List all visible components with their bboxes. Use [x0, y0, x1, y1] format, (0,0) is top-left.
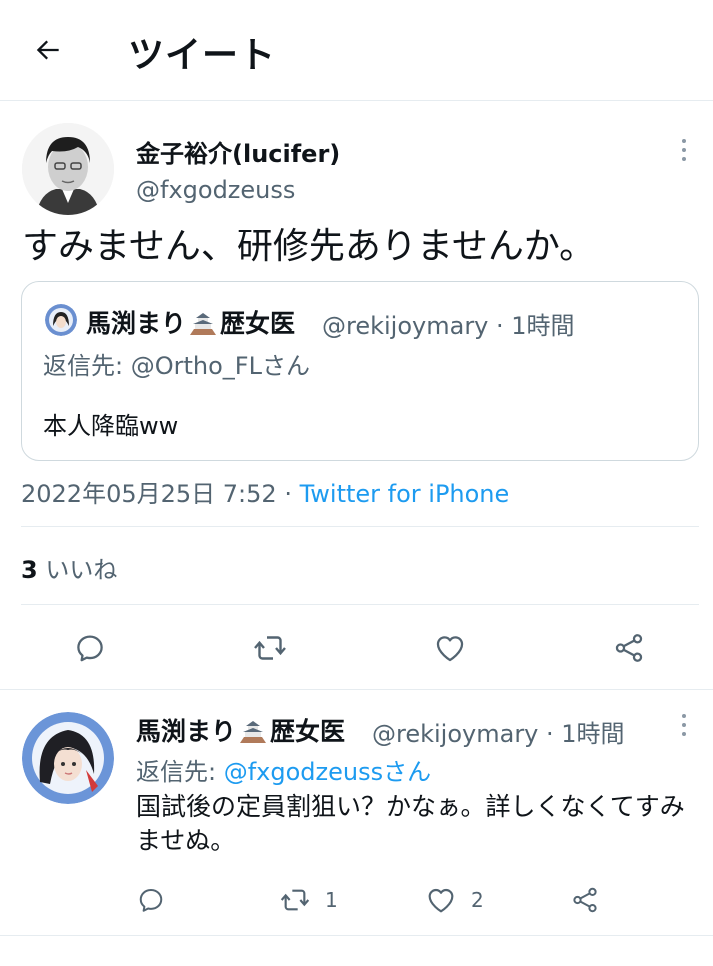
avatar[interactable]	[22, 123, 114, 215]
share-icon	[615, 634, 643, 662]
author-name[interactable]: 金子裕介(lucifer)	[136, 134, 340, 169]
share-button[interactable]	[605, 624, 653, 672]
quoted-time: · 1時間	[488, 312, 575, 340]
reply-icon	[77, 635, 103, 662]
back-button[interactable]	[28, 30, 68, 70]
like-count: 2	[471, 888, 484, 912]
quoted-avatar-image	[45, 304, 77, 336]
quoted-author-name: 馬渕まり 歴女医	[86, 304, 295, 340]
arrow-left-icon	[36, 40, 59, 60]
retweet-icon	[254, 636, 286, 660]
divider	[0, 689, 713, 690]
avatar[interactable]	[22, 712, 114, 804]
reply-button[interactable]	[66, 624, 114, 672]
reply-reply-button[interactable]	[136, 880, 166, 920]
retweet-button[interactable]	[246, 624, 294, 672]
reply-author-name-b: 歴女医	[270, 717, 346, 746]
quoted-author-handle: @rekijoymary · 1時間	[322, 306, 575, 341]
via-link[interactable]: Twitter for iPhone	[300, 480, 510, 508]
reply-time: · 1時間	[538, 720, 625, 748]
reply-icon	[139, 889, 163, 912]
reply-author-handle[interactable]: @rekijoymary · 1時間	[372, 714, 625, 749]
retweet-count: 1	[325, 888, 338, 912]
more-icon[interactable]	[674, 135, 694, 165]
quoted-author-name-b: 歴女医	[220, 309, 296, 338]
reply-author-name[interactable]: 馬渕まり 歴女医	[136, 712, 345, 748]
likes-label: いいね	[37, 556, 118, 584]
header-divider	[0, 100, 713, 101]
quoted-tweet-text: 本人降臨ww	[43, 412, 179, 440]
share-icon	[573, 887, 597, 913]
author-handle[interactable]: @fxgodzeuss	[136, 176, 295, 204]
page-title: ツイート	[128, 35, 277, 76]
castle-emoji-icon	[190, 313, 217, 335]
timestamp-text: 2022年05月25日 7:52	[21, 480, 277, 508]
like-icon	[428, 888, 454, 913]
likes-summary[interactable]: 3 いいね	[21, 550, 117, 585]
like-icon	[436, 636, 464, 662]
author-avatar-image	[22, 123, 114, 215]
tweet-timestamp: 2022年05月25日 7:52 · Twitter for iPhone	[21, 474, 509, 509]
quoted-author-name-a: 馬渕まり	[86, 309, 187, 338]
more-icon[interactable]	[674, 710, 694, 740]
reply-to-link[interactable]: @fxgodzeussさん	[224, 758, 431, 786]
castle-emoji-icon	[240, 721, 267, 743]
quoted-reply-to: 返信先: @Ortho_FLさん	[43, 352, 310, 380]
divider	[21, 526, 699, 527]
reply-prefix: 返信先:	[136, 758, 224, 786]
divider	[0, 935, 713, 936]
reply-handle-text: @rekijoymary	[372, 720, 539, 748]
retweet-icon	[280, 889, 310, 911]
quoted-tweet-card[interactable]: 馬渕まり 歴女医 @rekijoymary · 1時間 返信先: @Ortho_F…	[21, 281, 699, 461]
tweet-text: すみません、研修先ありませんか。	[22, 226, 596, 267]
reply-to: 返信先: @fxgodzeussさん	[136, 752, 431, 787]
divider	[21, 604, 699, 605]
reply-text: 国試後の定員割狙い？かなぁ。詳しくなくてすみませぬ。	[136, 792, 685, 855]
quoted-author-avatar	[45, 304, 77, 336]
reply-author-avatar-image	[22, 712, 114, 804]
reply-like-button[interactable]: 2	[425, 880, 484, 920]
like-button[interactable]	[426, 624, 474, 672]
reply-retweet-button[interactable]: 1	[279, 880, 338, 920]
reply-author-name-a: 馬渕まり	[136, 717, 237, 746]
reply-share-button[interactable]	[570, 880, 600, 920]
timestamp-dot: ·	[276, 480, 300, 508]
likes-count: 3	[21, 556, 38, 584]
quoted-handle-text: @rekijoymary	[322, 312, 489, 340]
